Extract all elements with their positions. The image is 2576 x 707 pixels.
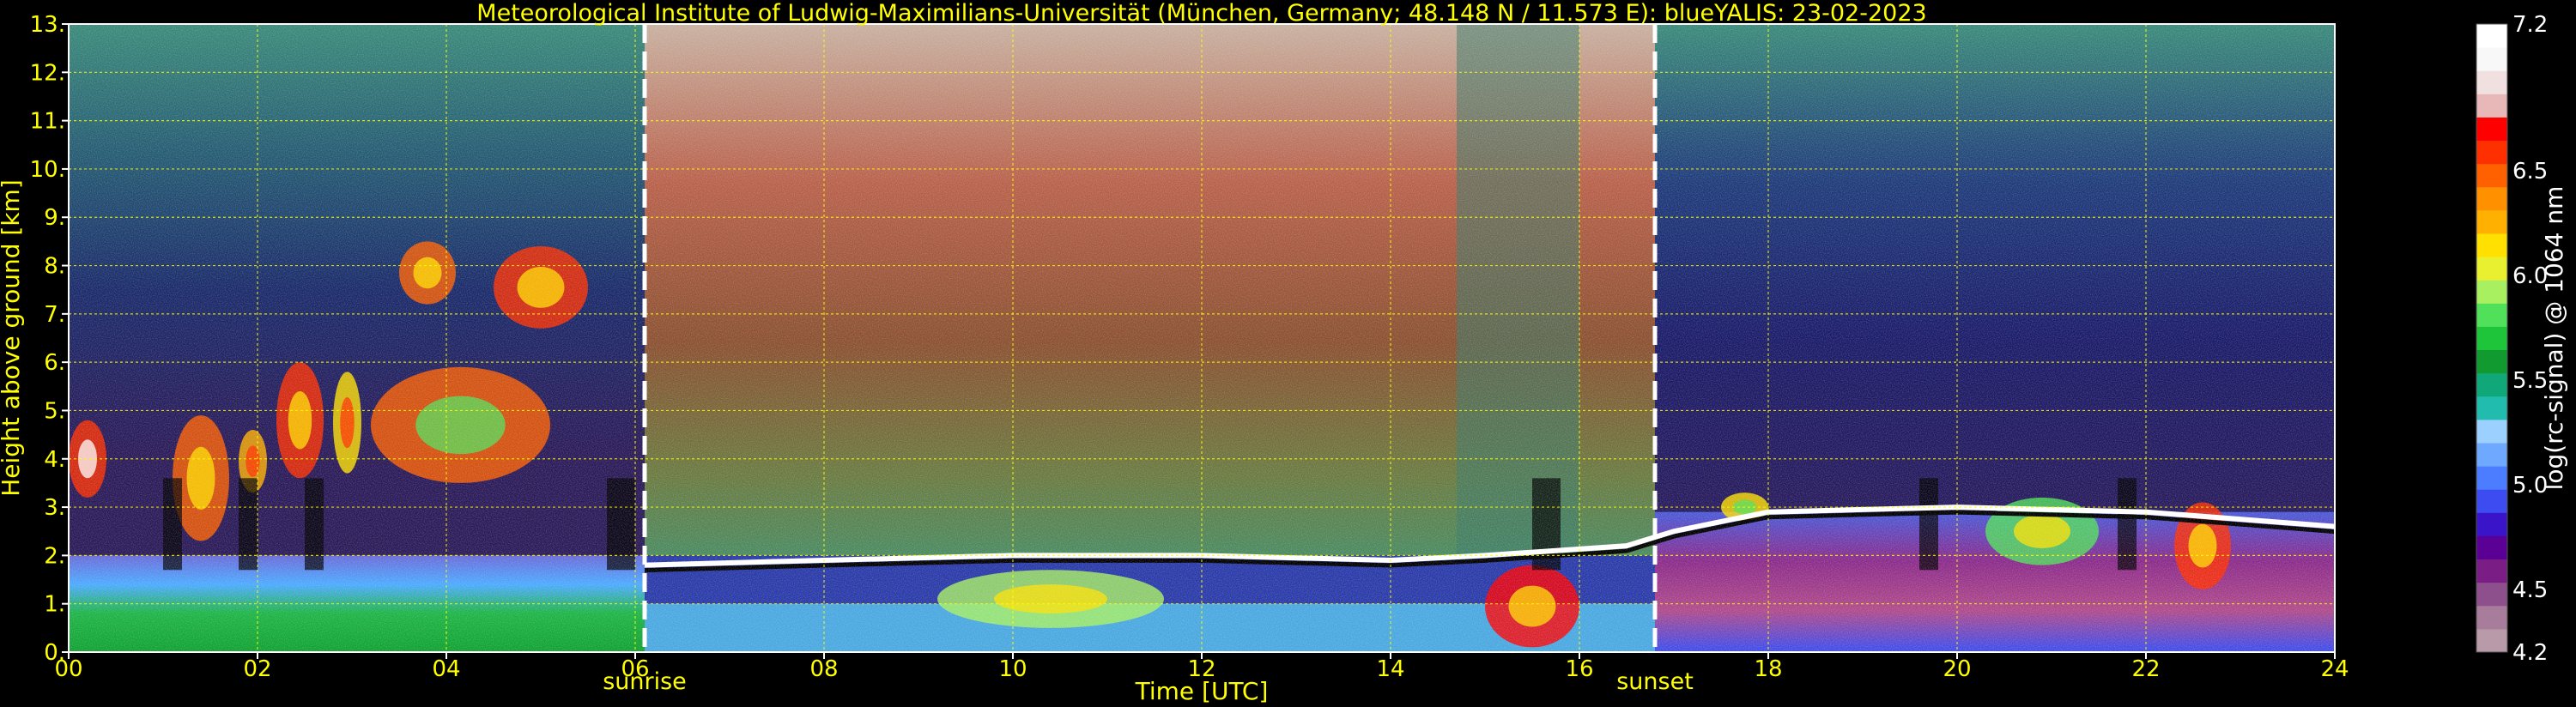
y-tick-label: 12. [30, 60, 65, 86]
colorbar-segment [2476, 140, 2507, 165]
colorbar-tick-label: 6.5 [2512, 159, 2548, 184]
x-tick-label: 14 [1376, 656, 1404, 682]
colorbar-segment [2476, 163, 2507, 188]
y-tick-label: 3. [44, 495, 65, 521]
x-tick-label: 02 [243, 656, 271, 682]
colorbar-segment [2476, 117, 2507, 142]
y-tick-label: 8. [44, 254, 65, 280]
colorbar: 4.24.55.05.56.06.57.2 [2476, 12, 2548, 666]
colorbar-segment [2476, 257, 2507, 281]
colorbar-tick-label: 7.2 [2512, 12, 2548, 38]
x-tick-label: 24 [2320, 656, 2349, 682]
colorbar-segment [2476, 396, 2507, 420]
y-tick-label: 0. [44, 640, 65, 666]
y-tick-label: 10. [30, 157, 65, 183]
colorbar-segment [2476, 326, 2507, 351]
colorbar-segment [2476, 605, 2507, 630]
y-tick-label: 13. [30, 12, 65, 38]
y-tick-label: 2. [44, 543, 65, 569]
x-tick-label: 16 [1565, 656, 1593, 682]
colorbar-segment [2476, 443, 2507, 467]
y-tick-label: 9. [44, 205, 65, 231]
sunset-label: sunset [1616, 668, 1694, 695]
y-tick-label: 1. [44, 592, 65, 618]
colorbar-segment [2476, 280, 2507, 304]
x-tick-label: 22 [2131, 656, 2160, 682]
y-tick-label: 11. [30, 109, 65, 135]
colorbar-segment [2476, 582, 2507, 607]
colorbar-segment [2476, 94, 2507, 118]
y-tick-label: 6. [44, 350, 65, 376]
colorbar-segment [2476, 70, 2507, 94]
colorbar-segment [2476, 628, 2507, 653]
x-tick-label: 04 [432, 656, 460, 682]
colorbar-segment [2476, 24, 2507, 48]
colorbar-segment [2476, 419, 2507, 444]
x-tick-label: 20 [1943, 656, 1971, 682]
x-tick-label: 06 [621, 656, 649, 682]
colorbar-segment [2476, 349, 2507, 374]
colorbar-segment [2476, 535, 2507, 560]
colorbar-segment [2476, 512, 2507, 536]
colorbar-segment [2476, 372, 2507, 397]
colorbar-segment [2476, 186, 2507, 211]
x-axis-title: Time [UTC] [1135, 677, 1269, 705]
colorbar-segment [2476, 209, 2507, 234]
colorbar-segment [2476, 233, 2507, 257]
lidar-chart: sunrise sunset 00 02 04 06 08 10 12 14 16 18 20 22 24… [0, 0, 2568, 705]
y-tick-label: 5. [44, 398, 65, 424]
colorbar-title: log(rc-signal) @ 1064 nm [2540, 186, 2568, 491]
x-tick-label: 08 [809, 656, 838, 682]
chart-title: Meteorological Institute of Ludwig-Maxim… [476, 0, 1926, 27]
colorbar-tick-label: 4.2 [2512, 640, 2548, 666]
y-tick-label: 4. [44, 447, 65, 473]
colorbar-segment [2476, 489, 2507, 513]
y-tick-label: 7. [44, 302, 65, 328]
colorbar-segment [2476, 303, 2507, 327]
colorbar-tick-label: 4.5 [2512, 577, 2548, 603]
y-axis-title: Height above ground [km] [0, 179, 25, 497]
colorbar-segment [2476, 559, 2507, 583]
colorbar-segment [2476, 47, 2507, 71]
x-tick-label: 18 [1754, 656, 1782, 682]
colorbar-segment [2476, 466, 2507, 490]
x-tick-label: 10 [998, 656, 1027, 682]
